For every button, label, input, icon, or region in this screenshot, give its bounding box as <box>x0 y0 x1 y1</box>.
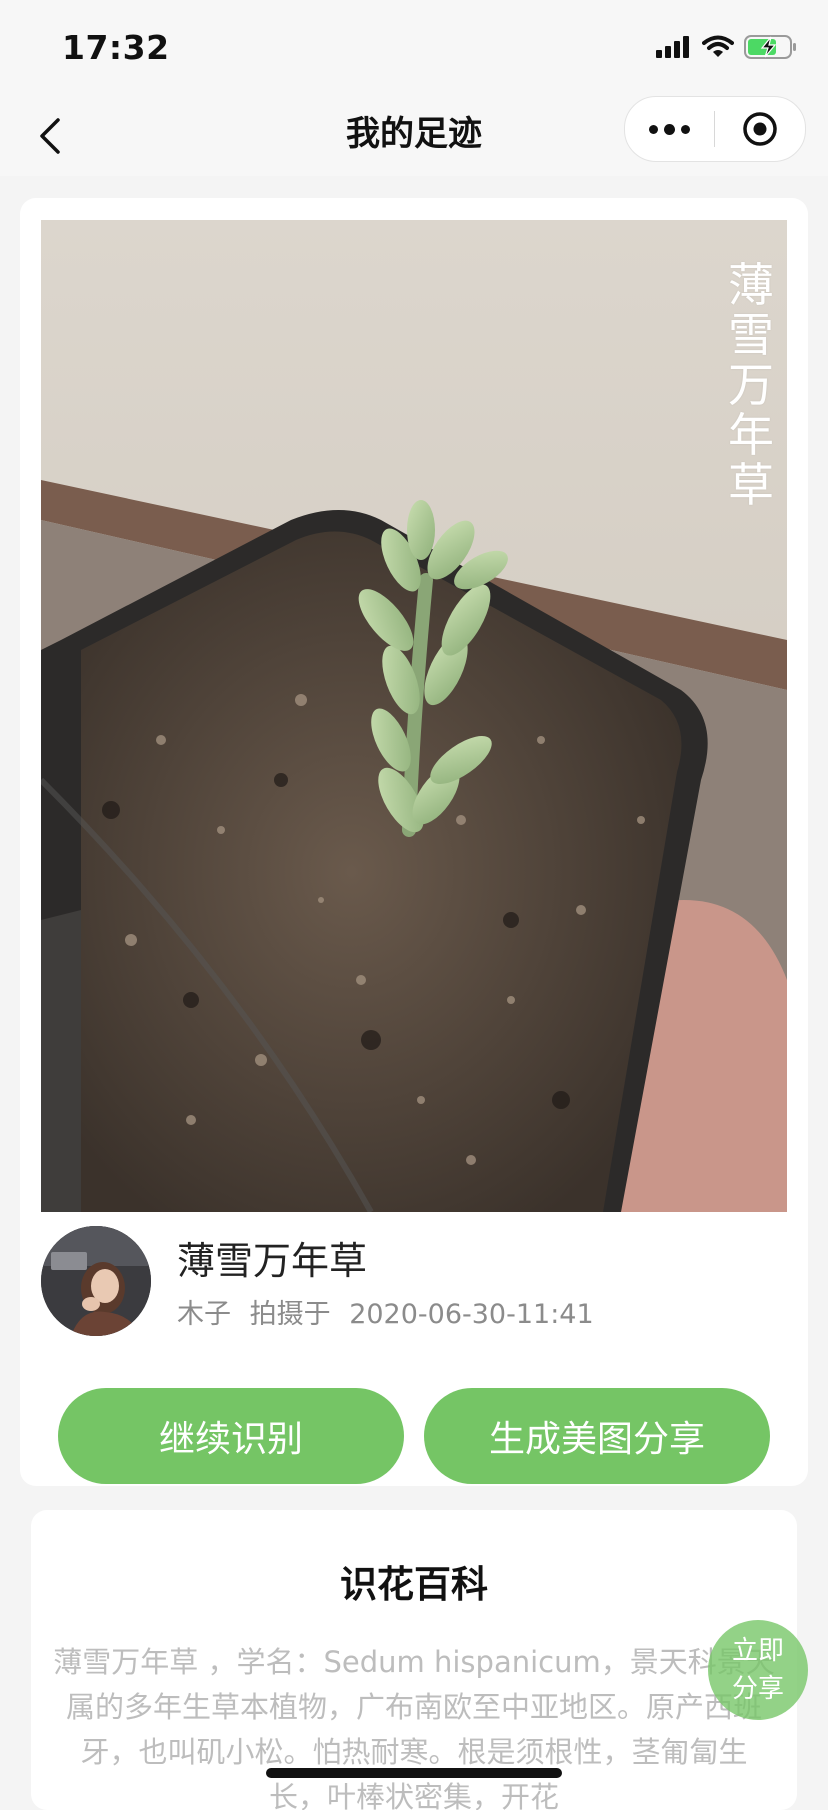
close-button[interactable] <box>715 97 804 161</box>
wifi-icon <box>702 35 734 63</box>
plant-photo[interactable]: 薄雪万年草 <box>41 220 787 1212</box>
capture-datetime: 2020-06-30-11:41 <box>349 1299 594 1330</box>
status-icons <box>656 34 798 64</box>
avatar[interactable] <box>41 1226 151 1336</box>
continue-identify-button[interactable]: 继续识别 <box>58 1388 404 1484</box>
more-button[interactable] <box>625 97 714 161</box>
encyclopedia-title: 识花百科 <box>340 1563 488 1606</box>
share-now-label-1: 立即 <box>731 1636 784 1666</box>
capture-meta: 木子 拍摄于 2020-06-30-11:41 <box>177 1292 594 1331</box>
home-indicator <box>266 1768 562 1778</box>
nav-bar: 我的足迹 <box>0 96 828 176</box>
signal-icon <box>656 36 692 62</box>
miniprogram-capsule <box>624 96 806 162</box>
encyclopedia-card: 识花百科 薄雪万年草 ，学名：Sedum hispanicum，景天科景天属的多… <box>31 1510 797 1810</box>
share-now-button[interactable]: 立即 分享 <box>708 1620 808 1720</box>
plant-name: 薄雪万年草 <box>177 1239 368 1283</box>
result-card: 薄雪万年草 薄雪万年草 木子 拍摄于 2020-06-30-11:41 继续识别… <box>20 198 808 1486</box>
encyclopedia-text: 薄雪万年草 ，学名：Sedum hispanicum，景天科景天属的多年生草本植… <box>53 1645 775 1810</box>
user-avatar-image <box>41 1226 151 1336</box>
battery-charging-icon <box>744 34 798 64</box>
close-circle-icon <box>742 112 777 146</box>
generate-share-image-button[interactable]: 生成美图分享 <box>424 1388 770 1484</box>
plant-photo-illustration <box>41 220 787 1212</box>
taken-label: 拍摄于 <box>249 1299 331 1330</box>
status-time: 17:32 <box>62 28 170 67</box>
share-now-label-2: 分享 <box>731 1674 784 1704</box>
photo-plant-title: 薄雪万年草 <box>728 258 774 512</box>
author-name: 木子 <box>177 1299 231 1330</box>
status-bar: 17:32 <box>0 0 828 96</box>
more-icon <box>649 124 658 134</box>
